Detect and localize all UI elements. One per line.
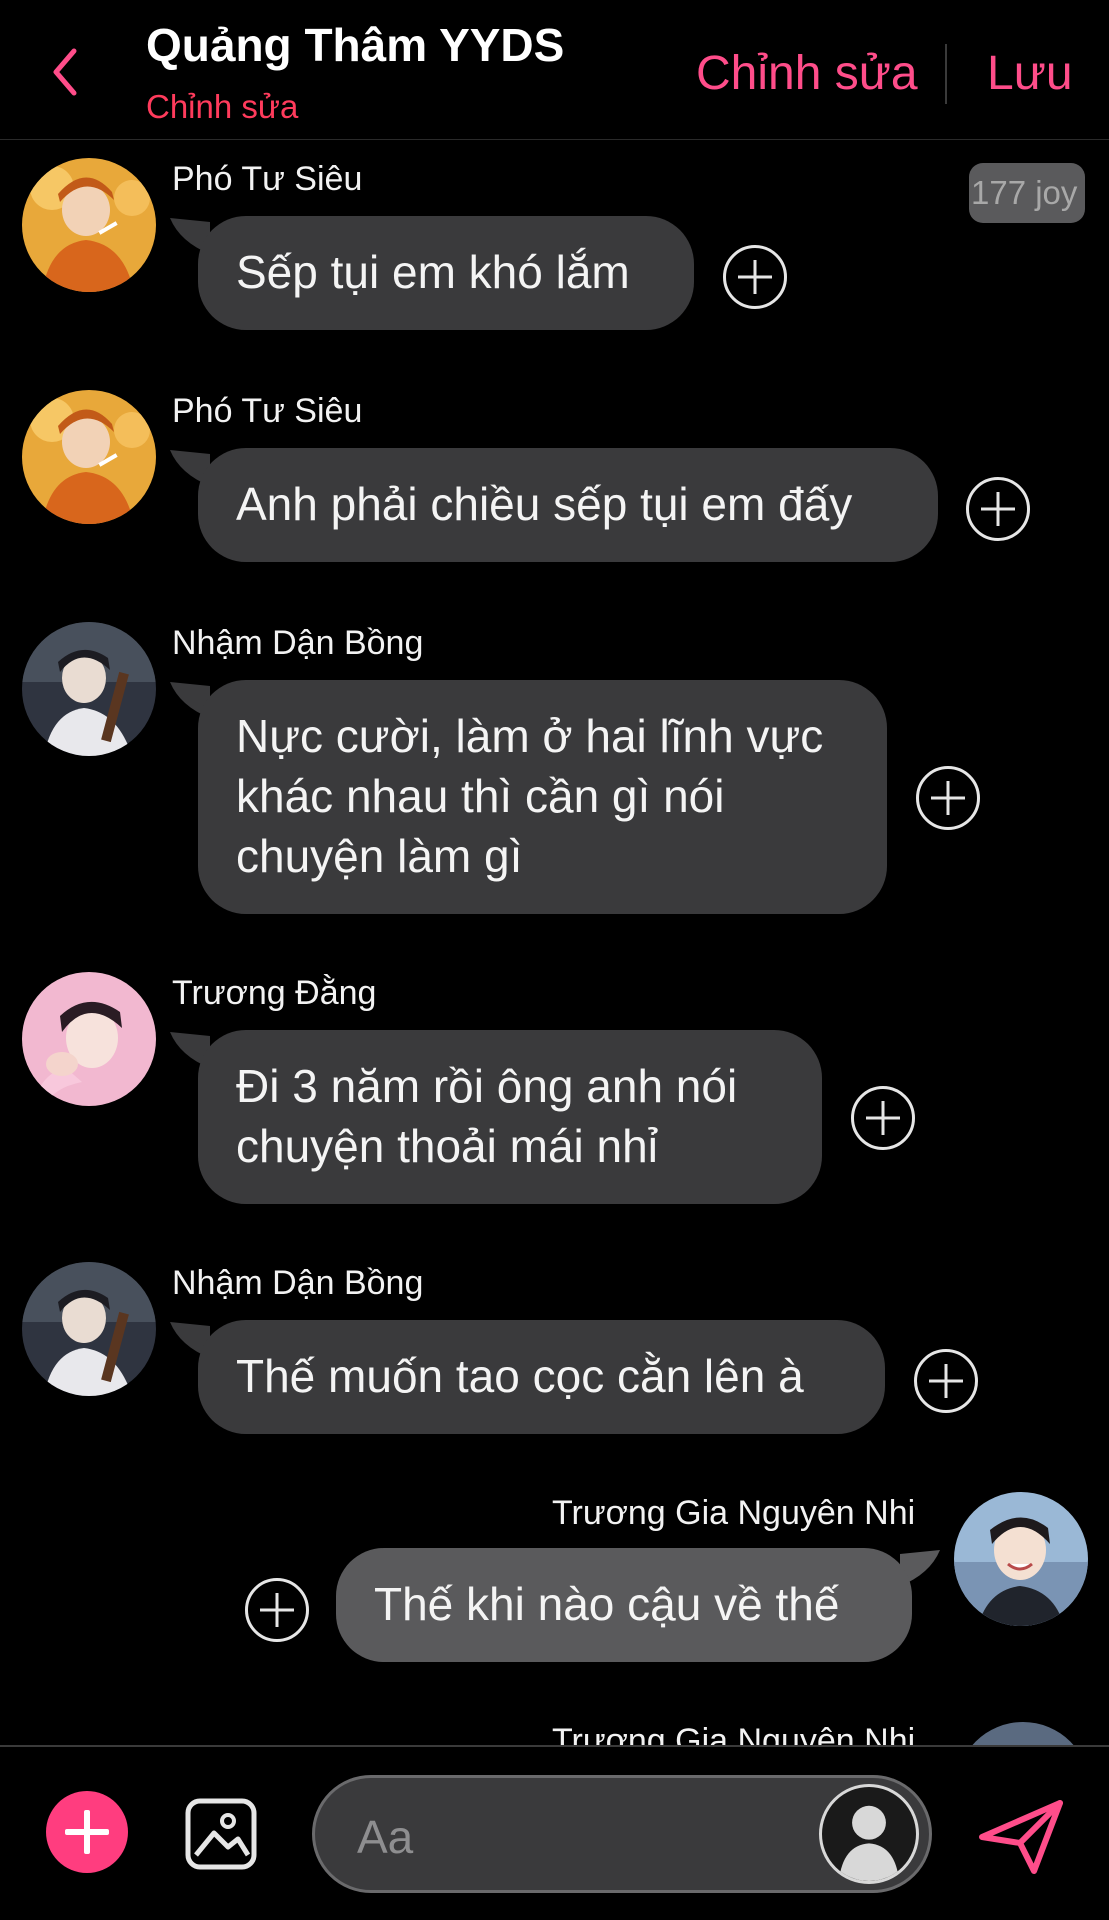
avatar[interactable] [22,158,156,292]
header-divider [945,44,947,104]
plus-circle-icon[interactable] [245,1578,309,1642]
avatar-image [22,158,156,292]
plus-circle-icon[interactable] [966,477,1030,541]
avatar[interactable] [22,1262,156,1396]
plus-circle-icon[interactable] [851,1086,915,1150]
send-button[interactable] [976,1797,1066,1877]
avatar[interactable] [22,390,156,524]
chat-subtitle[interactable]: Chỉnh sửa [146,88,298,126]
avatar[interactable] [954,1492,1088,1626]
plus-circle-icon[interactable] [916,766,980,830]
sender-name: Phó Tư Siêu [172,160,363,198]
sender-name: Nhậm Dận Bồng [172,624,424,662]
back-button[interactable] [40,42,90,102]
chat-header: Quảng Thâm YYDS Chỉnh sửa Chỉnh sửa Lưu [0,0,1109,140]
message-bubble[interactable]: Anh phải chiều sếp tụi em đấy [198,448,938,562]
avatar[interactable] [22,972,156,1106]
message-bubble[interactable]: Thế muốn tao cọc cằn lên à [198,1320,885,1434]
message-composer: Aa [0,1745,1109,1920]
profile-avatar-icon[interactable] [819,1784,919,1884]
back-chevron-icon [53,48,77,96]
sender-name: Trương Gia Nguyên Nhi [552,1494,916,1532]
message-input[interactable]: Aa [312,1775,932,1893]
avatar-image [22,1262,156,1396]
plus-circle-icon[interactable] [723,245,787,309]
avatar-image [22,390,156,524]
message-bubble[interactable]: Đi 3 năm rồi ông anh nói chuyện thoải má… [198,1030,822,1204]
save-button[interactable]: Lưu [987,46,1073,101]
image-icon [185,1798,257,1870]
sender-name: Phó Tư Siêu [172,392,363,430]
avatar-image [22,622,156,756]
avatar-image [954,1492,1088,1626]
sender-name: Nhậm Dận Bồng [172,1264,424,1302]
joy-badge: 177 joy [969,163,1085,223]
message-bubble[interactable]: Sếp tụi em khó lắm [198,216,694,330]
plus-circle-icon[interactable] [914,1349,978,1413]
image-button[interactable] [184,1797,258,1871]
avatar[interactable] [22,622,156,756]
avatar-image [22,972,156,1106]
add-icon[interactable] [46,1791,128,1873]
input-placeholder: Aa [357,1811,414,1863]
chat-title: Quảng Thâm YYDS [146,19,565,71]
message-bubble[interactable]: Thế khi nào cậu về thế [336,1548,912,1662]
sender-name: Trương Đằng [172,974,377,1012]
profile-silhouette [838,1805,900,1881]
edit-button[interactable]: Chỉnh sửa [696,46,918,101]
message-bubble[interactable]: Nực cười, làm ở hai lĩnh vực khác nhau t… [198,680,887,914]
send-icon [979,1800,1063,1874]
